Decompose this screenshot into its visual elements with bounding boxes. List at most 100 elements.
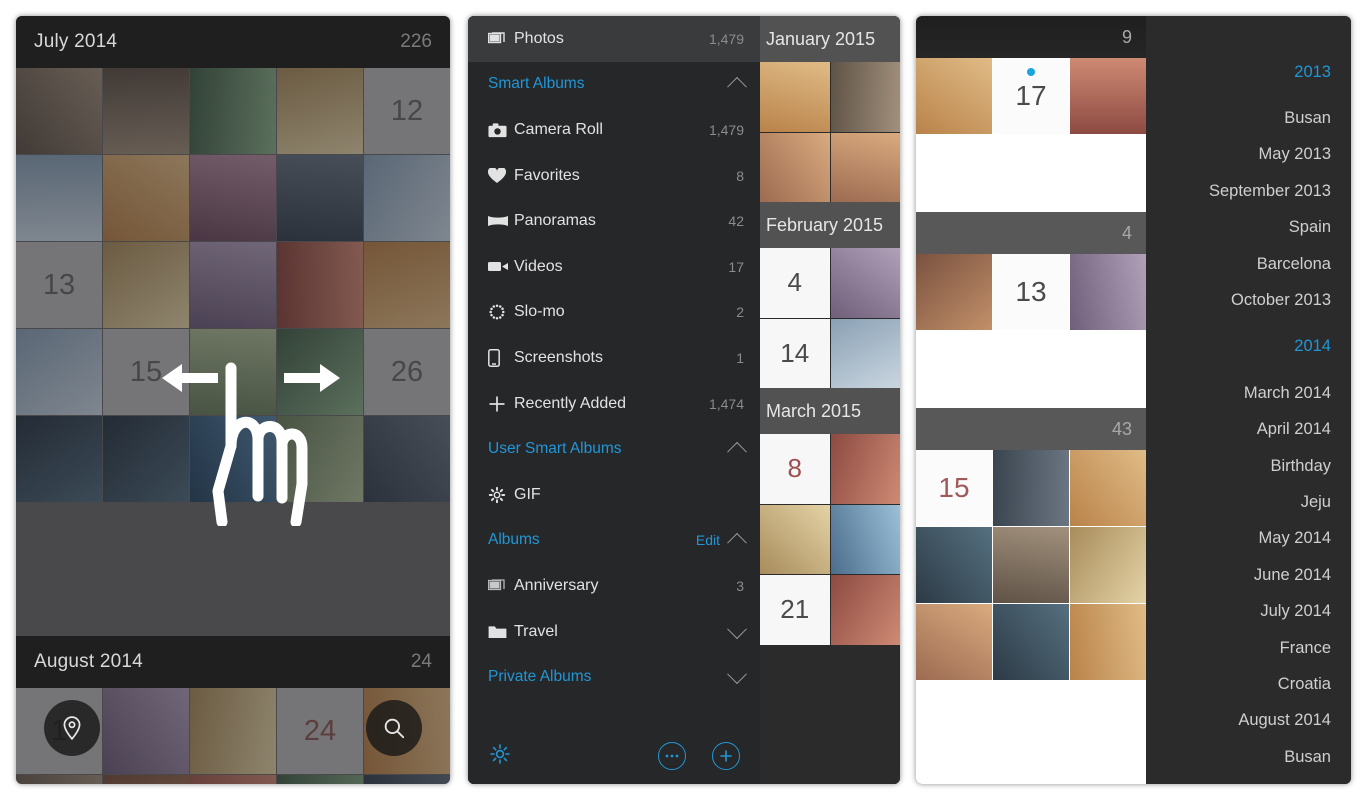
strip-photo-cell[interactable] [760,504,830,574]
year-jump-entry[interactable]: October 2013 [1146,282,1351,318]
chevron-up-icon[interactable] [727,533,747,554]
photo-thumbnail[interactable] [993,450,1069,526]
photo-cell[interactable] [277,155,363,241]
strip-day-cell[interactable]: 21 [760,575,830,645]
photo-thumbnail[interactable] [103,416,189,502]
sidebar-item-camera-roll[interactable]: Camera Roll 1,479 [468,107,760,153]
photo-thumbnail[interactable] [830,248,900,318]
photo-thumbnail[interactable] [364,155,450,241]
calendar-photo-cell[interactable] [916,527,992,603]
photo-cell[interactable] [277,416,363,502]
year-jump-entry[interactable]: April 2014 [1146,412,1351,448]
year-jump-entry[interactable]: Birthday [1146,448,1351,484]
year-jump-entry[interactable]: May 2014 [1146,521,1351,557]
day-cell[interactable]: 26 [364,329,450,415]
sidebar-section-header[interactable]: Albums Edit [468,518,760,564]
chevron-down-icon[interactable] [727,618,747,639]
photo-cell[interactable] [103,242,189,328]
photo-cell[interactable] [190,775,276,784]
strip-photo-grid[interactable]: 8 21 [760,434,900,645]
photo-thumbnail[interactable] [993,527,1069,603]
sidebar-item-recently-added[interactable]: Recently Added 1,474 [468,381,760,427]
photo-cell[interactable] [364,775,450,784]
year-jump-list[interactable]: 2013 Busan May 2013 September 2013 Spain Barc… [1146,16,1351,784]
sidebar-section-header[interactable]: User Smart Albums [468,426,760,472]
photo-cell[interactable] [277,242,363,328]
month-strip[interactable]: January 2015 February 2015 4 14 March 2015 8 2… [760,16,900,784]
photo-thumbnail[interactable] [1070,450,1146,526]
calendar-day-cell[interactable]: 17 [993,58,1069,134]
photo-thumbnail[interactable] [190,775,276,784]
location-fab[interactable] [44,700,100,756]
photo-cell[interactable] [277,775,363,784]
year-jump-entry[interactable]: France [1146,630,1351,666]
sidebar-item-photos[interactable]: Photos 1,479 [468,16,760,62]
photo-thumbnail[interactable] [830,504,900,574]
photo-thumbnail[interactable] [830,62,900,132]
photo-thumbnail[interactable] [1070,527,1146,603]
photo-thumbnail[interactable] [277,68,363,154]
sidebar-item-screenshots[interactable]: Screenshots 1 [468,335,760,381]
strip-photo-cell[interactable] [830,62,900,132]
photo-thumbnail[interactable] [16,329,102,415]
photo-cell[interactable] [16,329,102,415]
search-fab[interactable] [366,700,422,756]
photo-cell[interactable] [103,68,189,154]
strip-day-cell[interactable]: 4 [760,248,830,318]
strip-photo-cell[interactable] [830,504,900,574]
calendar-photo-cell[interactable] [993,527,1069,603]
photo-cell[interactable] [364,155,450,241]
sidebar-item-slo-mo[interactable]: Slo-mo 2 [468,290,760,336]
photo-thumbnail[interactable] [277,329,363,415]
calendar-day-cell[interactable]: 13 [993,254,1069,330]
calendar-photo-cell[interactable] [1070,58,1146,134]
strip-photo-grid[interactable]: 4 14 [760,248,900,388]
day-cell[interactable]: 12 [364,68,450,154]
calendar-column[interactable]: 9 17 4 13 43 15 [916,16,1146,784]
photo-thumbnail[interactable] [830,575,900,645]
sidebar-item-anniversary[interactable]: Anniversary 3 [468,563,760,609]
calendar-photo-grid[interactable]: 17 [916,58,1146,134]
day-cell[interactable]: 13 [16,242,102,328]
strip-photo-cell[interactable] [760,132,830,202]
photo-thumbnail[interactable] [190,68,276,154]
photo-cell[interactable] [190,329,276,415]
photo-cell[interactable] [103,775,189,784]
calendar-photo-cell[interactable] [1070,450,1146,526]
photo-thumbnail[interactable] [16,155,102,241]
calendar-photo-cell[interactable] [993,450,1069,526]
photo-thumbnail[interactable] [16,68,102,154]
photo-thumbnail[interactable] [916,58,992,134]
photo-thumbnail[interactable] [916,254,992,330]
calendar-photo-cell[interactable] [916,58,992,134]
photo-thumbnail[interactable] [16,416,102,502]
day-cell[interactable]: 15 [103,329,189,415]
photo-thumbnail[interactable] [364,242,450,328]
photo-cell[interactable] [277,329,363,415]
photo-cell[interactable] [190,416,276,502]
year-jump-entry[interactable]: Busan [1146,739,1351,775]
sidebar-section-header[interactable]: Smart Albums [468,62,760,108]
photo-thumbnail[interactable] [190,155,276,241]
year-jump-entry[interactable]: May 2013 [1146,137,1351,173]
year-jump-entry[interactable]: June 2014 [1146,557,1351,593]
photo-thumbnail[interactable] [916,604,992,680]
photo-thumbnail[interactable] [277,155,363,241]
year-jump-year[interactable]: 2013 [1146,54,1351,90]
photo-thumbnail[interactable] [103,688,189,774]
photo-cell[interactable] [364,416,450,502]
chevron-down-icon[interactable] [727,664,747,685]
photo-thumbnail[interactable] [277,775,363,784]
strip-photo-cell[interactable] [830,132,900,202]
strip-day-cell[interactable]: 8 [760,434,830,504]
photo-thumbnail[interactable] [190,329,276,415]
chevron-up-icon[interactable] [727,442,747,462]
photo-thumbnail[interactable] [830,132,900,202]
photo-thumbnail[interactable] [190,416,276,502]
edit-button[interactable]: Edit [696,532,720,548]
year-jump-entry[interactable]: July 2014 [1146,593,1351,629]
year-jump-entry[interactable]: Jeju [1146,484,1351,520]
photo-thumbnail[interactable] [830,434,900,504]
photo-thumbnail[interactable] [916,527,992,603]
strip-photo-grid[interactable] [760,62,900,202]
